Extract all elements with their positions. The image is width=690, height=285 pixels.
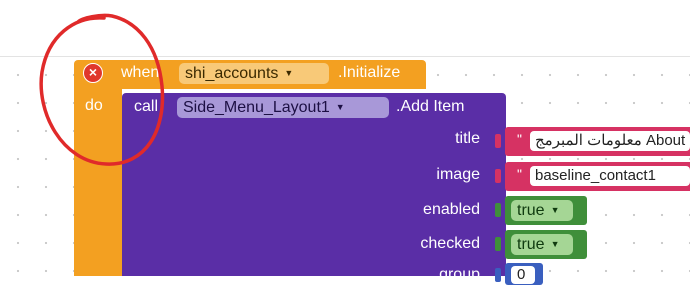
method-name: .Add Item: [396, 98, 465, 115]
arg-label-image: image: [436, 166, 480, 183]
chevron-down-icon: ▼: [550, 239, 560, 250]
close-icon[interactable]: ×: [83, 63, 103, 83]
group-number-field[interactable]: 0: [511, 266, 535, 284]
arg-label-checked: checked: [420, 235, 480, 252]
event-block-do-section: [74, 89, 122, 276]
enabled-value: true: [517, 202, 545, 219]
socket-image: [495, 169, 501, 183]
chevron-down-icon: ▼: [550, 205, 560, 216]
arg-label-group: group: [439, 266, 480, 283]
arg-label-title: title: [455, 130, 480, 147]
component-name: shi_accounts: [185, 65, 279, 82]
checked-value: true: [517, 236, 545, 253]
chevron-down-icon: ▼: [284, 68, 294, 79]
chevron-down-icon: ▼: [335, 102, 345, 113]
enabled-dropdown[interactable]: true ▼: [511, 200, 573, 221]
socket-checked: [495, 237, 501, 251]
socket-enabled: [495, 203, 501, 217]
call-component-name: Side_Menu_Layout1: [183, 99, 330, 116]
component-dropdown[interactable]: shi_accounts ▼: [179, 63, 329, 84]
arg-label-enabled: enabled: [423, 201, 480, 218]
socket-group: [495, 268, 501, 282]
component-dropdown-side-menu[interactable]: Side_Menu_Layout1 ▼: [177, 97, 389, 118]
call-keyword: call: [134, 98, 159, 115]
top-toolbar: [0, 0, 690, 57]
do-keyword: do: [85, 97, 103, 114]
when-keyword: when: [121, 64, 160, 81]
image-text-field[interactable]: baseline_contact1: [530, 166, 690, 186]
checked-dropdown[interactable]: true ▼: [511, 234, 573, 255]
title-text-field[interactable]: معلومات المبرمج About: [530, 131, 690, 151]
open-quote: ": [517, 131, 522, 147]
open-quote: ": [517, 166, 522, 182]
event-name: .Initialize: [338, 64, 401, 81]
socket-title: [495, 134, 501, 148]
